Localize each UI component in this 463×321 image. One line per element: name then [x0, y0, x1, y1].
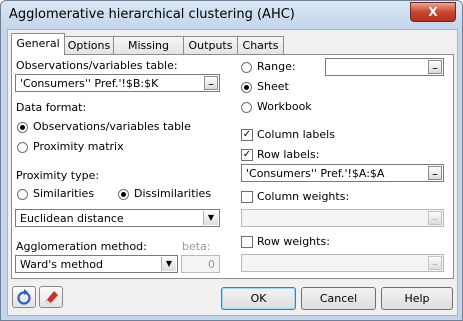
- observations-table-label: Observations/variables table:: [16, 59, 178, 72]
- chevron-down-icon: ▼: [161, 257, 176, 271]
- dissimilarities-label: Dissimilarities: [134, 187, 212, 200]
- output-range-radio[interactable]: [241, 62, 252, 73]
- ok-button[interactable]: OK: [221, 287, 296, 310]
- row-labels-picker-button[interactable]: _: [428, 166, 442, 180]
- eraser-button[interactable]: [39, 286, 63, 308]
- output-range-picker-button[interactable]: _: [428, 60, 442, 74]
- row-labels-checkbox[interactable]: ✓: [241, 149, 253, 161]
- distance-select-value: Euclidean distance: [20, 212, 124, 225]
- similarities-radio[interactable]: [17, 189, 28, 200]
- tab-charts[interactable]: Charts: [237, 36, 284, 54]
- observations-range-picker-button[interactable]: _: [204, 76, 218, 90]
- beta-label: beta:: [182, 240, 211, 253]
- cancel-button[interactable]: Cancel: [301, 287, 376, 310]
- window-title: Agglomerative hierarchical clustering (A…: [9, 7, 295, 22]
- row-weights-picker-button[interactable]: _: [428, 256, 442, 270]
- beta-value: 0: [208, 258, 215, 271]
- data-format-observations-label: Observations/variables table: [33, 120, 191, 133]
- output-workbook-label: Workbook: [257, 100, 312, 113]
- data-format-proximity-radio[interactable]: [17, 142, 28, 153]
- agglomeration-method-select[interactable]: Ward's method ▼: [15, 255, 178, 273]
- output-sheet-label: Sheet: [257, 80, 289, 93]
- tab-general[interactable]: General: [11, 33, 65, 55]
- output-range-label: Range:: [257, 60, 296, 73]
- column-weights-picker-button[interactable]: _: [428, 211, 442, 225]
- output-sheet-radio[interactable]: [241, 82, 252, 93]
- row-weights-label: Row weights:: [257, 235, 330, 248]
- output-workbook-radio[interactable]: [241, 102, 252, 113]
- dialog-window: Agglomerative hierarchical clustering (A…: [0, 0, 463, 321]
- tab-outputs[interactable]: Outputs: [183, 36, 238, 54]
- beta-input[interactable]: 0: [181, 255, 220, 273]
- general-panel: Observations/variables table: 'Consumers…: [11, 54, 454, 279]
- agglomeration-method-value: Ward's method: [20, 258, 103, 271]
- title-bar: Agglomerative hierarchical clustering (A…: [1, 1, 462, 29]
- data-format-observations-radio[interactable]: [17, 122, 28, 133]
- tab-missing-data[interactable]: Missing data: [113, 36, 184, 69]
- observations-table-value: 'Consumers'' Pref.'!$B:$K: [20, 77, 159, 90]
- eraser-icon: [45, 291, 58, 305]
- reset-button[interactable]: [12, 286, 36, 308]
- help-button[interactable]: Help: [381, 287, 453, 310]
- data-format-proximity-label: Proximity matrix: [33, 140, 124, 153]
- row-weights-checkbox[interactable]: [241, 236, 253, 248]
- reset-icon: [17, 289, 31, 305]
- chevron-down-icon: ▼: [203, 211, 218, 225]
- output-range-field[interactable]: _: [325, 58, 444, 76]
- row-labels-value: 'Consumers'' Pref.'!$A:$A: [246, 167, 385, 180]
- row-labels-label: Row labels:: [257, 148, 320, 161]
- column-labels-label: Column labels: [257, 128, 335, 141]
- column-weights-label: Column weights:: [257, 190, 350, 203]
- dialog-client-area: General Options Missing data Outputs Cha…: [7, 29, 458, 316]
- column-labels-checkbox[interactable]: ✓: [241, 129, 253, 141]
- tab-options[interactable]: Options: [64, 36, 114, 54]
- observations-table-field[interactable]: 'Consumers'' Pref.'!$B:$K _: [15, 74, 220, 92]
- distance-select[interactable]: Euclidean distance ▼: [15, 209, 220, 227]
- data-format-label: Data format:: [16, 101, 87, 114]
- column-weights-field[interactable]: _: [241, 209, 444, 227]
- close-button[interactable]: X: [410, 2, 456, 22]
- agglomeration-method-label: Agglomeration method:: [16, 240, 147, 253]
- row-weights-field[interactable]: _: [241, 254, 444, 272]
- row-labels-field[interactable]: 'Consumers'' Pref.'!$A:$A _: [241, 164, 444, 182]
- similarities-label: Similarities: [33, 187, 95, 200]
- dissimilarities-radio[interactable]: [118, 189, 129, 200]
- proximity-type-label: Proximity type:: [16, 169, 100, 182]
- column-weights-checkbox[interactable]: [241, 191, 253, 203]
